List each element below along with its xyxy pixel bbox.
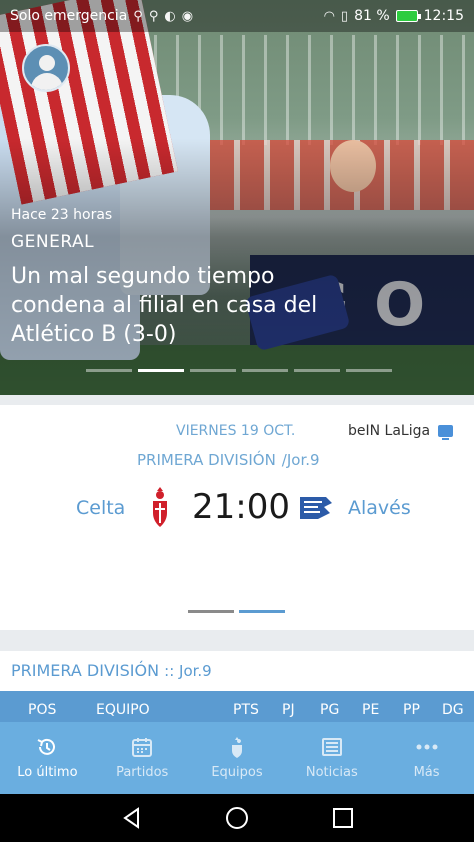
carousel-dot[interactable] — [242, 369, 288, 372]
match-date: VIERNES 19 OCT. — [176, 423, 296, 439]
usb-icon: ⚲ — [148, 8, 159, 24]
system-navigation-bar — [0, 794, 474, 842]
standings-section[interactable]: PRIMERA DIVISIÓN :: Jor.9 — [0, 651, 474, 696]
news-headline[interactable]: Un mal segundo tiempo condena al filial … — [11, 262, 341, 349]
column-pos: POS — [28, 702, 57, 718]
nav-label: Lo último — [17, 765, 78, 780]
away-team-name[interactable]: Alavés — [348, 497, 411, 519]
match-pager-dot[interactable] — [188, 610, 234, 613]
clock: 12:15 — [423, 8, 464, 24]
alaves-crest-icon — [300, 497, 332, 519]
column-equipo: EQUIPO — [96, 702, 150, 718]
battery-icon — [395, 10, 421, 22]
nav-label: Partidos — [116, 765, 169, 780]
column-pj: PJ — [282, 702, 295, 718]
column-pg: PG — [320, 702, 340, 718]
column-pe: PE — [362, 702, 380, 718]
nav-equipos[interactable]: Equipos — [190, 722, 285, 794]
nav-lo-ultimo[interactable]: Lo último — [0, 722, 95, 794]
nav-noticias[interactable]: Noticias — [284, 722, 379, 794]
news-time-ago: Hace 23 horas — [11, 207, 113, 223]
match-pager[interactable] — [188, 610, 285, 613]
crest-icon — [231, 737, 242, 758]
carousel-dot-active[interactable] — [138, 369, 184, 372]
back-icon[interactable] — [120, 806, 144, 830]
nav-mas[interactable]: Más — [379, 722, 474, 794]
location-icon: ◉ — [181, 8, 194, 24]
recents-icon[interactable] — [331, 806, 355, 830]
newspaper-icon — [321, 738, 342, 756]
carousel-dot[interactable] — [346, 369, 392, 372]
match-pager-dot-active[interactable] — [239, 610, 285, 613]
carousel-dot[interactable] — [294, 369, 340, 372]
carousel-dot[interactable] — [190, 369, 236, 372]
news-category: GENERAL — [11, 232, 95, 252]
column-pts: PTS — [233, 702, 259, 718]
tv-channel-label: beIN LaLiga — [348, 423, 431, 439]
status-bar: Solo emergencia ⚲ ⚲ ◐ ◉ ◠ ▯ 81 % 12:15 — [0, 0, 474, 32]
hero-news-carousel[interactable]: G O Hace 23 horas GENERAL Un mal segundo… — [0, 0, 474, 395]
avatar-head — [39, 55, 55, 71]
avatar-body — [31, 73, 63, 90]
tv-icon — [438, 425, 454, 440]
standings-competition: PRIMERA DIVISIÓN — [11, 661, 160, 680]
nav-label: Más — [413, 765, 440, 780]
standings-title: PRIMERA DIVISIÓN :: Jor.9 — [11, 661, 212, 680]
nav-label: Noticias — [305, 765, 358, 780]
next-match-card[interactable]: VIERNES 19 OCT. beIN LaLiga PRIMERA DIVI… — [0, 405, 474, 630]
calendar-icon — [132, 738, 153, 757]
match-competition: PRIMERA DIVISIÓN/Jor.9 — [137, 451, 320, 469]
history-icon — [37, 738, 56, 755]
user-avatar[interactable] — [22, 44, 70, 92]
celta-crest-icon — [153, 487, 167, 527]
kickoff-time: 21:00 — [192, 487, 290, 527]
carousel-indicator[interactable] — [86, 369, 392, 372]
round-label: /Jor.9 — [281, 451, 320, 469]
home-team-name[interactable]: Celta — [76, 497, 125, 519]
nav-partidos[interactable]: Partidos — [95, 722, 190, 794]
usb-icon: ⚲ — [133, 8, 143, 24]
sync-icon: ◐ — [164, 8, 176, 24]
column-dg: DG — [442, 702, 464, 718]
competition-label: PRIMERA DIVISIÓN — [137, 451, 276, 469]
sim-alert-icon: ▯ — [340, 8, 349, 24]
more-icon — [416, 744, 438, 750]
carousel-dot[interactable] — [86, 369, 132, 372]
column-pp: PP — [403, 702, 420, 718]
wifi-icon: ◠ — [323, 8, 335, 24]
carrier-text: Solo emergencia — [10, 8, 128, 24]
home-icon[interactable] — [225, 806, 249, 830]
tv-channel: beIN LaLiga — [348, 423, 454, 440]
battery-percent: 81 % — [354, 8, 390, 24]
standings-round: :: Jor.9 — [164, 662, 212, 680]
nav-label: Equipos — [211, 765, 263, 780]
bottom-navigation: Lo último Partidos Equipos Noticias Más — [0, 722, 474, 794]
